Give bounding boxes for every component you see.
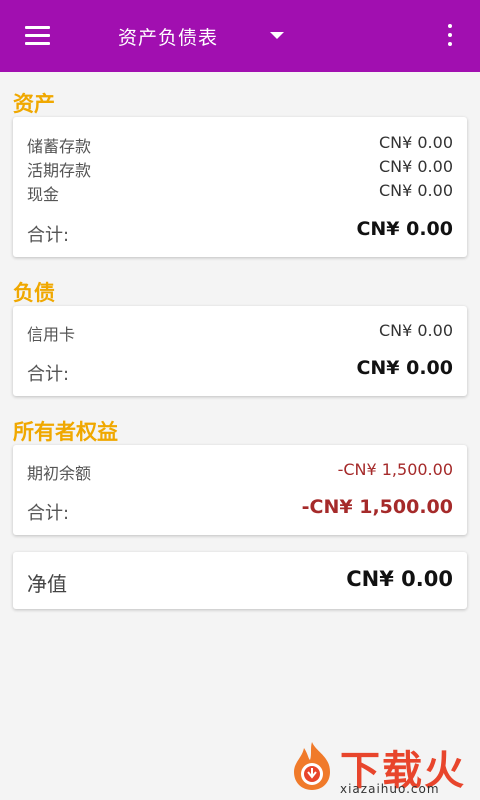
equity-total: 合计: -CN¥ 1,500.00: [27, 496, 453, 524]
item-value: -CN¥ 1,500.00: [337, 460, 453, 479]
item-label: 储蓄存款: [27, 137, 92, 156]
flame-logo-icon: [294, 742, 330, 790]
total-label: 合计:: [27, 503, 70, 524]
assets-total: 合计: CN¥ 0.00: [27, 218, 453, 246]
list-item[interactable]: 储蓄存款 CN¥ 0.00: [27, 131, 453, 156]
equity-card: 期初余额 -CN¥ 1,500.00 合计: -CN¥ 1,500.00: [13, 445, 467, 535]
item-label: 现金: [27, 185, 60, 204]
watermark: 下载火 xiazaihuo.com: [282, 732, 480, 800]
more-vertical-icon[interactable]: [445, 24, 455, 48]
item-value: CN¥ 0.00: [378, 321, 453, 340]
net-worth-value: CN¥ 0.00: [346, 567, 453, 591]
list-item[interactable]: 现金 CN¥ 0.00: [27, 179, 453, 204]
list-item[interactable]: 活期存款 CN¥ 0.00: [27, 155, 453, 180]
item-value: CN¥ 0.00: [378, 133, 453, 152]
watermark-url: xiazaihuo.com: [340, 782, 440, 796]
total-value: CN¥ 0.00: [356, 218, 453, 240]
item-label: 活期存款: [27, 161, 92, 180]
liabilities-card: 信用卡 CN¥ 0.00 合计: CN¥ 0.00: [13, 306, 467, 396]
net-worth-card: 净值 CN¥ 0.00: [13, 552, 467, 609]
total-value: -CN¥ 1,500.00: [301, 496, 453, 518]
item-value: CN¥ 0.00: [378, 157, 453, 176]
liabilities-total: 合计: CN¥ 0.00: [27, 357, 453, 385]
app-bar: 资产负债表: [0, 0, 480, 72]
total-value: CN¥ 0.00: [356, 357, 453, 379]
section-title-liabilities: 负债: [13, 281, 55, 305]
section-title-equity: 所有者权益: [13, 420, 118, 444]
total-label: 合计:: [27, 225, 70, 246]
page-title[interactable]: 资产负债表: [118, 23, 218, 50]
item-label: 信用卡: [27, 325, 76, 344]
list-item[interactable]: 信用卡 CN¥ 0.00: [27, 319, 453, 344]
net-worth-label: 净值: [27, 572, 67, 596]
item-label: 期初余额: [27, 464, 92, 483]
caret-down-icon[interactable]: [270, 32, 284, 39]
hamburger-menu-icon[interactable]: [25, 26, 50, 46]
item-value: CN¥ 0.00: [378, 181, 453, 200]
section-title-assets: 资产: [13, 92, 55, 116]
list-item[interactable]: 期初余额 -CN¥ 1,500.00: [27, 458, 453, 483]
total-label: 合计:: [27, 364, 70, 385]
assets-card: 储蓄存款 CN¥ 0.00 活期存款 CN¥ 0.00 现金 CN¥ 0.00 …: [13, 117, 467, 257]
